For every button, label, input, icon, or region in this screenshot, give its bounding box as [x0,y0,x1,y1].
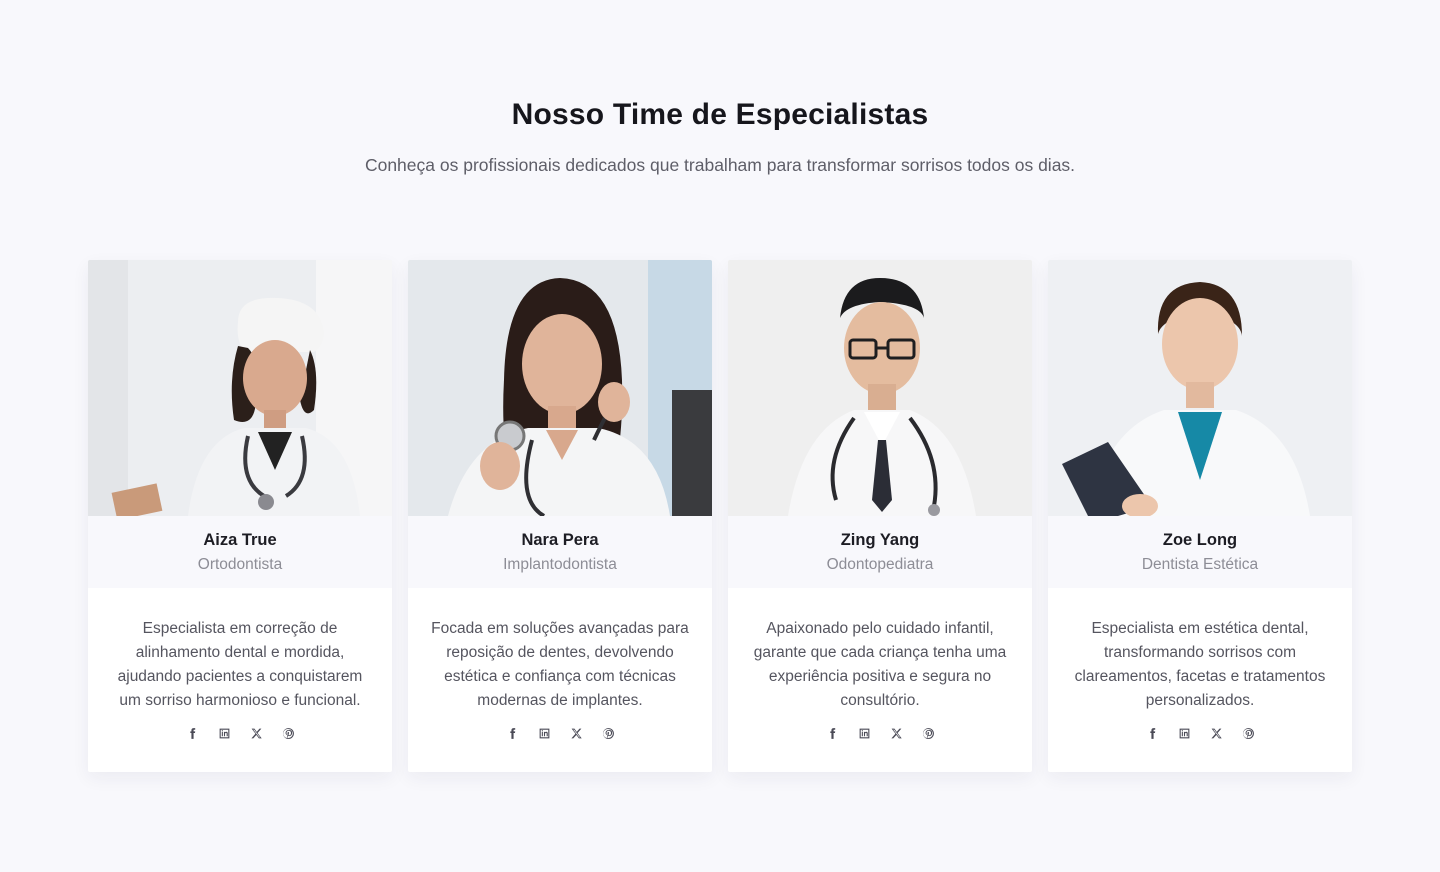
team-member-role: Ortodontista [197,556,283,573]
team-member-identity: Zoe Long Dentista Estética [1048,516,1352,588]
team-member-bio: Especialista em correção de alinhamento … [117,620,363,709]
facebook-icon[interactable] [1143,724,1161,742]
linkedin-icon[interactable] [1175,724,1193,742]
team-card: Aiza True Ortodontista Especialista em c… [88,260,392,772]
social-links [1048,724,1352,742]
team-member-bio: Especialista em estética dental, transfo… [1074,620,1326,709]
x-icon[interactable] [887,724,905,742]
team-member-bio: Focada em soluções avançadas para reposi… [431,620,689,709]
social-links [88,724,392,742]
team-card: Zoe Long Dentista Estética Especialista … [1048,260,1352,772]
team-member-photo [88,260,392,516]
x-icon[interactable] [567,724,585,742]
team-member-identity: Nara Pera Implantodontista [408,516,712,588]
team-member-identity: Zing Yang Odontopediatra [728,516,1032,588]
social-links [408,724,712,742]
linkedin-icon[interactable] [215,724,233,742]
pinterest-icon[interactable] [279,724,297,742]
social-links [728,724,1032,742]
linkedin-icon[interactable] [855,724,873,742]
team-card: Zing Yang Odontopediatra Apaixonado pelo… [728,260,1032,772]
team-member-role: Implantodontista [503,556,617,573]
team-member-name: Zoe Long [1162,531,1238,549]
team-member-name: Zing Yang [840,531,920,549]
x-icon[interactable] [1207,724,1225,742]
team-member-photo [728,260,1032,516]
facebook-icon[interactable] [183,724,201,742]
team-member-role: Odontopediatra [826,556,934,573]
team-member-role: Dentista Estética [1141,556,1259,573]
pinterest-icon[interactable] [1239,724,1257,742]
section-title: Nosso Time de Especialistas [511,98,929,131]
x-icon[interactable] [247,724,265,742]
team-member-photo [1048,260,1352,516]
pinterest-icon[interactable] [919,724,937,742]
pinterest-icon[interactable] [599,724,617,742]
team-member-name: Aiza True [203,531,277,549]
facebook-icon[interactable] [823,724,841,742]
section-subtitle: Conheça os profissionais dedicados que t… [364,155,1076,175]
team-section: Nosso Time de Especialistas Conheça os p… [0,0,1440,872]
facebook-icon[interactable] [503,724,521,742]
team-member-photo [408,260,712,516]
team-grid: Aiza True Ortodontista Especialista em c… [88,260,1352,772]
linkedin-icon[interactable] [535,724,553,742]
team-card: Nara Pera Implantodontista Focada em sol… [408,260,712,772]
team-member-name: Nara Pera [521,531,599,549]
team-member-identity: Aiza True Ortodontista [88,516,392,588]
team-member-bio: Apaixonado pelo cuidado infantil, garant… [753,620,1007,709]
